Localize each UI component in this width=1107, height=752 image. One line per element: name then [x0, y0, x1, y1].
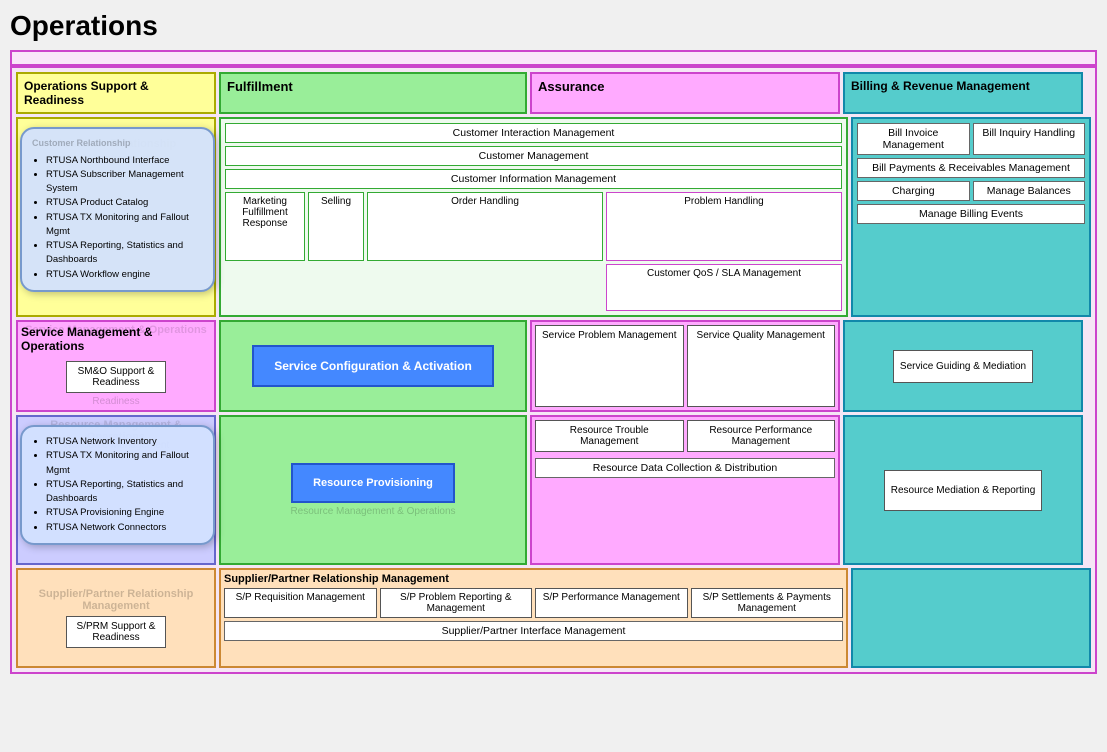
charging-box: Charging	[857, 181, 970, 201]
bubble-bg-text: Customer Relationship	[32, 137, 203, 151]
fulfillment-header: Fulfillment	[219, 72, 527, 114]
smo-support-box: SM&O Support & Readiness	[66, 361, 166, 393]
bubble-item-3: RTUSA Product Catalog	[46, 196, 203, 210]
crm-bottom-boxes: Marketing Fulfillment Response Selling O…	[225, 192, 842, 311]
smo-row: Service Management & Operations Service …	[16, 320, 1091, 412]
sp-interface-box: Supplier/Partner Interface Management	[224, 621, 843, 641]
sp-section-title: Supplier/Partner Relationship Management	[224, 573, 843, 585]
bill-payments-box: Bill Payments & Receivables Management	[857, 158, 1085, 178]
rmo-faded-label: Resource Management & Operations	[290, 506, 455, 517]
rmo-ass-top-row: Resource Trouble Management Resource Per…	[535, 420, 835, 452]
sp-support-box: S/PRM Support & Readiness	[66, 616, 166, 648]
bubble-item-b5: RTUSA Network Connectors	[46, 521, 203, 535]
rmo-ful-cell: Resource Provisioning Resource Managemen…	[219, 415, 527, 565]
outer-frame	[10, 50, 1097, 66]
bill-invoice-box: Bill Invoice Management	[857, 123, 970, 155]
smo-ass-cell: Service Problem Management Service Quali…	[530, 320, 840, 412]
smo-readiness-faded: Readiness	[21, 396, 211, 407]
smo-ful-cell: Service Configuration & Activation	[219, 320, 527, 412]
sp-settlements-box: S/P Settlements & Payments Management	[691, 588, 844, 618]
selling-box: Selling	[308, 192, 364, 261]
main-frame: Operations Support & Readiness Fulfillme…	[10, 66, 1097, 674]
customer-qos-box: Customer QoS / SLA Management	[606, 264, 842, 311]
billing-top-row: Bill Invoice Management Bill Inquiry Han…	[857, 123, 1085, 155]
bubble-item-b3: RTUSA Reporting, Statistics and Dashboar…	[46, 478, 203, 507]
sp-requisition-box: S/P Requisition Management	[224, 588, 377, 618]
fulfillment-header-text: Fulfillment	[227, 79, 293, 94]
billing-header-text: Billing & Revenue Management	[851, 79, 1030, 93]
sp-performance-box: S/P Performance Management	[535, 588, 688, 618]
bubble-item-5: RTUSA Reporting, Statistics and Dashboar…	[46, 239, 203, 268]
problem-handling-box: Problem Handling	[606, 192, 842, 261]
customer-interaction-box: Customer Interaction Management	[225, 123, 842, 143]
service-config-box: Service Configuration & Activation	[252, 345, 494, 387]
osr-header: Operations Support & Readiness	[16, 72, 216, 114]
rmo-osr-cell: Resource Management & Operations Workfor…	[16, 415, 216, 565]
rmo-ass-cell: Resource Trouble Management Resource Per…	[530, 415, 840, 565]
customer-info-box: Customer Information Management	[225, 169, 842, 189]
bubble-top: Customer Relationship RTUSA Northbound I…	[20, 127, 215, 292]
customer-mgmt-box: Customer Management	[225, 146, 842, 166]
customer-row: Customer Relationship Management Custome…	[16, 117, 1091, 317]
bubble-bottom: RTUSA Network Inventory RTUSA TX Monitor…	[20, 425, 215, 545]
resource-mediation-box: Resource Mediation & Reporting	[884, 470, 1043, 511]
rmo-row: Resource Management & Operations Workfor…	[16, 415, 1091, 565]
osr-header-text: Operations Support & Readiness	[24, 79, 149, 107]
bubble-item-1: RTUSA Northbound Interface	[46, 154, 203, 168]
header-row: Operations Support & Readiness Fulfillme…	[16, 72, 1091, 114]
smo-section-faded: Service Management & Operations	[22, 324, 210, 336]
service-guiding-box: Service Guiding & Mediation	[893, 350, 1033, 383]
bubble-item-b1: RTUSA Network Inventory	[46, 435, 203, 449]
manage-balances-box: Manage Balances	[973, 181, 1086, 201]
resource-perf-box: Resource Performance Management	[687, 420, 836, 452]
resource-data-collection-box: Resource Data Collection & Distribution	[535, 458, 835, 478]
assurance-header: Assurance	[530, 72, 840, 114]
crm-mid: Customer Interaction Management Customer…	[219, 117, 848, 317]
billing-mid-row: Charging Manage Balances	[857, 181, 1085, 201]
osr-crm-cell: Customer Relationship Management Custome…	[16, 117, 216, 317]
sp-mid-cell: Supplier/Partner Relationship Management…	[219, 568, 848, 668]
bubble-item-2: RTUSA Subscriber Management System	[46, 168, 203, 197]
sp-row: Supplier/Partner Relationship Management…	[16, 568, 1091, 668]
rmo-bil-cell: Resource Mediation & Reporting	[843, 415, 1083, 565]
assurance-header-text: Assurance	[538, 79, 604, 94]
bubble-item-b4: RTUSA Provisioning Engine	[46, 506, 203, 520]
billing-crm-cell: Bill Invoice Management Bill Inquiry Han…	[851, 117, 1091, 317]
smo-bil-cell: Service Guiding & Mediation	[843, 320, 1083, 412]
smo-osr-cell: Service Management & Operations Service …	[16, 320, 216, 412]
service-quality-box: Service Quality Management	[687, 325, 836, 407]
manage-billing-events-box: Manage Billing Events	[857, 204, 1085, 224]
billing-header: Billing & Revenue Management	[843, 72, 1083, 114]
service-problem-box: Service Problem Management	[535, 325, 684, 407]
resource-provisioning-box: Resource Provisioning	[291, 463, 455, 503]
sp-section-label: Supplier/Partner Relationship Management	[21, 588, 211, 612]
page-title: Operations	[10, 10, 1097, 42]
sp-bil-cell	[851, 568, 1091, 668]
sp-osr-cell: Supplier/Partner Relationship Management…	[16, 568, 216, 668]
order-handling-box: Order Handling	[367, 192, 603, 261]
marketing-box: Marketing Fulfillment Response	[225, 192, 305, 261]
sp-problem-reporting-box: S/P Problem Reporting & Management	[380, 588, 533, 618]
bill-inquiry-box: Bill Inquiry Handling	[973, 123, 1086, 155]
bubble-item-4: RTUSA TX Monitoring and Fallout Mgmt	[46, 211, 203, 240]
sp-top-grid: S/P Requisition Management S/P Problem R…	[224, 588, 843, 618]
bubble-item-b2: RTUSA TX Monitoring and Fallout Mgmt	[46, 449, 203, 478]
bubble-item-6: RTUSA Workflow engine	[46, 268, 203, 282]
resource-trouble-box: Resource Trouble Management	[535, 420, 684, 452]
